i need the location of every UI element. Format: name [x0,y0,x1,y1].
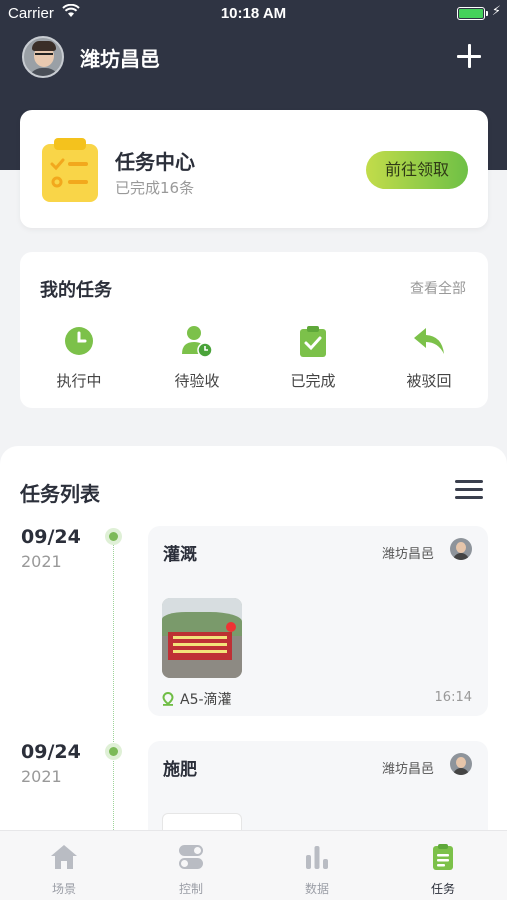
tab-bar: 场景 控制 数据 任务 [0,830,507,900]
tab-label: 任务 [430,882,455,896]
status-label: 执行中 [56,372,102,390]
tab-data[interactable]: 数据 [277,843,357,897]
task-center-card: 任务中心 已完成16条 前往领取 [20,110,488,228]
bar-chart-icon [306,846,328,869]
status-bar: Carrier 10:18 AM ⚡ [0,0,507,28]
battery-tip [486,11,488,16]
avatar[interactable] [22,36,64,78]
add-icon[interactable] [457,44,481,68]
toggle-icon [179,845,203,869]
user-profile[interactable]: 潍坊昌邑 [22,36,160,78]
entry-date: 09/24 [21,741,81,763]
task-photo-thumbnail[interactable] [162,598,242,678]
task-list-icon [433,844,453,870]
battery-icon [457,7,485,20]
status-label: 待验收 [174,372,220,390]
user-name: 潍坊昌邑 [80,46,160,71]
task-entry-card[interactable]: 灌溉 潍坊昌邑 A5-滴灌 16:14 [148,526,488,716]
location-pin-icon [162,692,174,706]
entry-time: 16:14 [434,690,472,705]
entry-date: 09/24 [21,526,81,548]
location-label: A5-滴灌 [180,692,232,708]
task-status-rejected[interactable]: 被驳回 [389,324,469,391]
entry-title: 灌溉 [163,545,197,565]
task-center-title: 任务中心 [115,150,195,174]
task-status-in-progress[interactable]: 执行中 [39,324,119,391]
entry-location: A5-滴灌 [162,689,232,709]
timeline-dot [105,743,122,760]
tab-control[interactable]: 控制 [151,843,231,897]
tab-label: 控制 [178,882,203,896]
entry-owner: 潍坊昌邑 [381,762,434,777]
entry-owner: 潍坊昌邑 [381,547,434,562]
menu-icon[interactable] [455,480,483,500]
entry-title: 施肥 [163,760,197,780]
avatar [450,753,472,775]
tab-label: 场景 [51,882,76,896]
clipboard-icon [42,138,98,202]
task-status-completed[interactable]: 已完成 [273,324,353,391]
tab-label: 数据 [304,882,329,896]
home-icon [51,845,77,869]
user-pending-icon [182,326,213,358]
timeline-dot [105,528,122,545]
my-tasks-title: 我的任务 [40,280,112,301]
task-status-pending[interactable]: 待验收 [157,324,237,391]
avatar [450,538,472,560]
view-all-link[interactable]: 查看全部 [410,278,466,298]
clock-icon [65,327,93,355]
status-label: 被驳回 [406,372,452,390]
tab-tasks[interactable]: 任务 [403,843,483,897]
my-tasks-card: 我的任务 查看全部 执行中 待验收 已完成 被驳回 [20,252,488,408]
clipboard-check-icon [300,326,326,357]
clock-time: 10:18 AM [220,5,287,22]
task-center-subtitle: 已完成16条 [115,179,195,197]
charging-icon: ⚡ [491,4,501,19]
tab-scene[interactable]: 场景 [24,843,104,897]
status-label: 已完成 [290,372,336,390]
entry-year: 2021 [21,552,62,571]
reply-arrow-icon [414,328,444,354]
entry-year: 2021 [21,767,62,786]
claim-task-button[interactable]: 前往领取 [366,151,468,189]
timeline-line [113,538,114,878]
task-list-title: 任务列表 [20,482,100,506]
